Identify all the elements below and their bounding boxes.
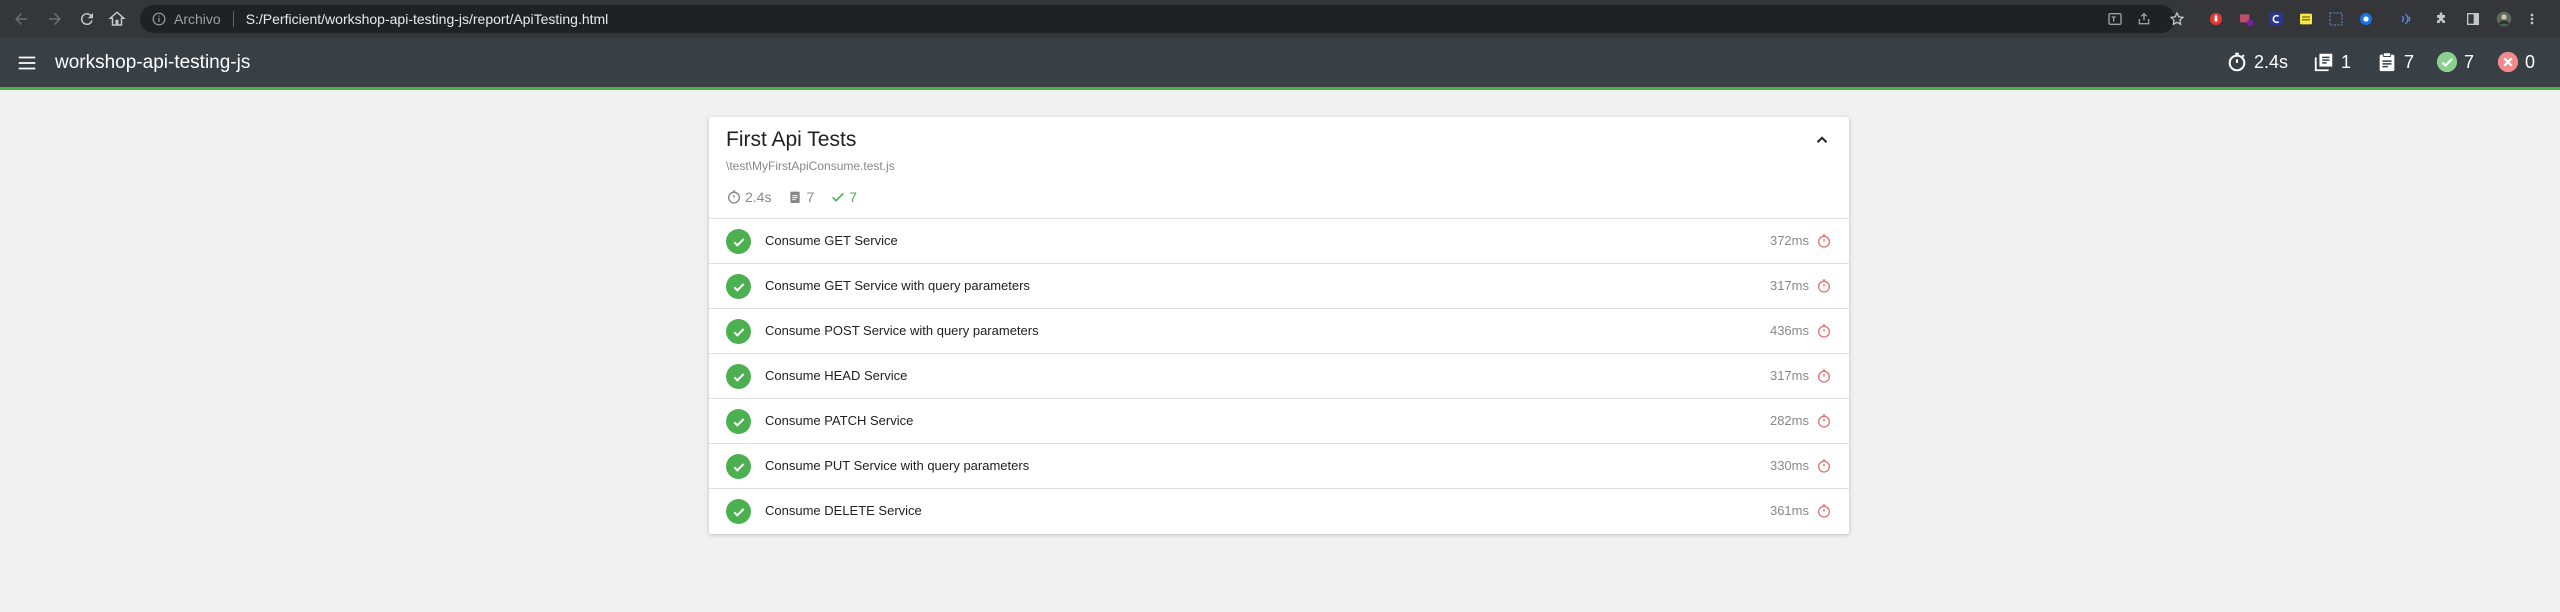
info-icon[interactable]: [152, 12, 166, 26]
cancel-circle-icon: [2497, 51, 2519, 73]
test-duration: 330ms: [1769, 458, 1809, 473]
report-header: workshop-api-testing-js 2.4s 1 7 7 0: [0, 38, 2560, 90]
header-tests[interactable]: 7: [2376, 51, 2414, 73]
test-row[interactable]: Consume POST Service with query paramete…: [709, 309, 1849, 354]
sidebar-icon[interactable]: [2463, 9, 2483, 29]
test-row[interactable]: Consume DELETE Service 361ms: [709, 489, 1849, 534]
test-name: Consume POST Service with query paramete…: [765, 323, 1039, 338]
slow-timer-icon: [1818, 459, 1830, 473]
test-duration: 436ms: [1769, 323, 1809, 338]
chevron-up-icon[interactable]: [1813, 131, 1831, 149]
pass-check-icon: [726, 499, 751, 524]
address-bar[interactable]: Archivo S:/Perficient/workshop-api-testi…: [140, 5, 2175, 33]
library-books-icon: [2314, 53, 2333, 72]
header-duration[interactable]: 2.4s: [2226, 51, 2288, 73]
clipboard-icon: [2379, 52, 2395, 72]
home-icon: [108, 11, 126, 26]
slow-timer-icon: [1818, 369, 1830, 383]
slow-timer-icon: [1818, 234, 1830, 248]
browser-toolbar: Archivo S:/Perficient/workshop-api-testi…: [0, 0, 2560, 38]
extension-red-icon[interactable]: [2206, 9, 2226, 29]
extension-blue-icon[interactable]: [2356, 9, 2376, 29]
test-name: Consume DELETE Service: [765, 503, 922, 518]
star-icon[interactable]: [2167, 9, 2187, 29]
stopwatch-icon: [728, 190, 740, 204]
translate-icon[interactable]: [2105, 9, 2125, 29]
suite-tests: 7: [787, 189, 814, 205]
reload-button[interactable]: [74, 6, 100, 32]
suite-passed-count: 7: [849, 189, 858, 205]
back-button[interactable]: [8, 6, 34, 32]
duration-value: 2.4s: [2254, 51, 2289, 72]
suite-duration-value: 2.4s: [745, 189, 772, 205]
arrow-left-icon: [15, 13, 27, 25]
home-button[interactable]: [104, 6, 130, 32]
app-title: workshop-api-testing-js: [55, 52, 251, 73]
hamburger-menu-icon[interactable]: [16, 52, 38, 74]
pass-check-icon: [726, 229, 751, 254]
stopwatch-icon: [2228, 52, 2246, 72]
suite-duration: 2.4s: [726, 189, 771, 205]
test-list: Consume GET Service 372ms Consume GET Se…: [709, 218, 1849, 534]
suite-summary: 2.4s 7 7: [726, 189, 873, 205]
puzzle-icon[interactable]: [2431, 9, 2451, 29]
slow-timer-icon: [1818, 279, 1830, 293]
slow-timer-icon: [1818, 414, 1830, 428]
test-duration: 317ms: [1769, 278, 1809, 293]
extension-scan-icon[interactable]: [2326, 9, 2346, 29]
extension-note-icon[interactable]: [2296, 9, 2316, 29]
slow-timer-icon: [1818, 324, 1830, 338]
suite-card: First Api Tests \test\MyFirstApiConsume.…: [709, 117, 1849, 534]
tests-count: 7: [2404, 51, 2415, 72]
failed-count: 0: [2525, 51, 2536, 72]
reload-icon: [80, 13, 93, 26]
test-row[interactable]: Consume HEAD Service 317ms: [709, 354, 1849, 399]
suite-filename: \test\MyFirstApiConsume.test.js: [726, 159, 895, 173]
extension-wave-icon[interactable]: [2396, 9, 2416, 29]
check-circle-icon: [2436, 51, 2458, 73]
suite-title: First Api Tests: [726, 128, 857, 151]
pass-check-icon: [726, 274, 751, 299]
test-row[interactable]: Consume PUT Service with query parameter…: [709, 444, 1849, 489]
pass-check-icon: [726, 454, 751, 479]
extension-badge-icon[interactable]: [2236, 9, 2256, 29]
arrow-right-icon: [49, 13, 61, 25]
slow-timer-icon: [1818, 504, 1830, 518]
test-name: Consume GET Service with query parameter…: [765, 278, 1030, 293]
test-duration: 361ms: [1769, 503, 1809, 518]
test-name: Consume PUT Service with query parameter…: [765, 458, 1030, 473]
url-text[interactable]: S:/Perficient/workshop-api-testing-js/re…: [246, 11, 609, 27]
test-name: Consume GET Service: [765, 233, 898, 248]
pass-check-icon: [726, 319, 751, 344]
test-name: Consume PATCH Service: [765, 413, 914, 428]
clipboard-icon: [790, 191, 801, 203]
test-duration: 372ms: [1769, 233, 1809, 248]
forward-button[interactable]: [42, 6, 68, 32]
test-row[interactable]: Consume PATCH Service 282ms: [709, 399, 1849, 444]
security-label: Archivo: [174, 11, 221, 27]
share-icon[interactable]: [2134, 9, 2154, 29]
extension-c-icon[interactable]: [2266, 9, 2286, 29]
header-failed[interactable]: 0: [2497, 51, 2535, 73]
header-passed[interactable]: 7: [2436, 51, 2474, 73]
suites-count: 1: [2341, 51, 2352, 72]
test-name: Consume HEAD Service: [765, 368, 908, 383]
test-duration: 282ms: [1769, 413, 1809, 428]
pass-check-icon: [726, 409, 751, 434]
pass-check-icon: [726, 364, 751, 389]
suite-passed: 7: [830, 189, 857, 205]
divider: [232, 11, 234, 27]
suite-tests-count: 7: [806, 189, 815, 205]
check-icon: [832, 192, 845, 202]
passed-count: 7: [2464, 51, 2475, 72]
test-row[interactable]: Consume GET Service 372ms: [709, 219, 1849, 264]
test-row[interactable]: Consume GET Service with query parameter…: [709, 264, 1849, 309]
avatar[interactable]: [2494, 9, 2514, 29]
test-duration: 317ms: [1769, 368, 1809, 383]
header-suites[interactable]: 1: [2313, 51, 2351, 73]
more-menu-icon[interactable]: [2522, 9, 2542, 29]
